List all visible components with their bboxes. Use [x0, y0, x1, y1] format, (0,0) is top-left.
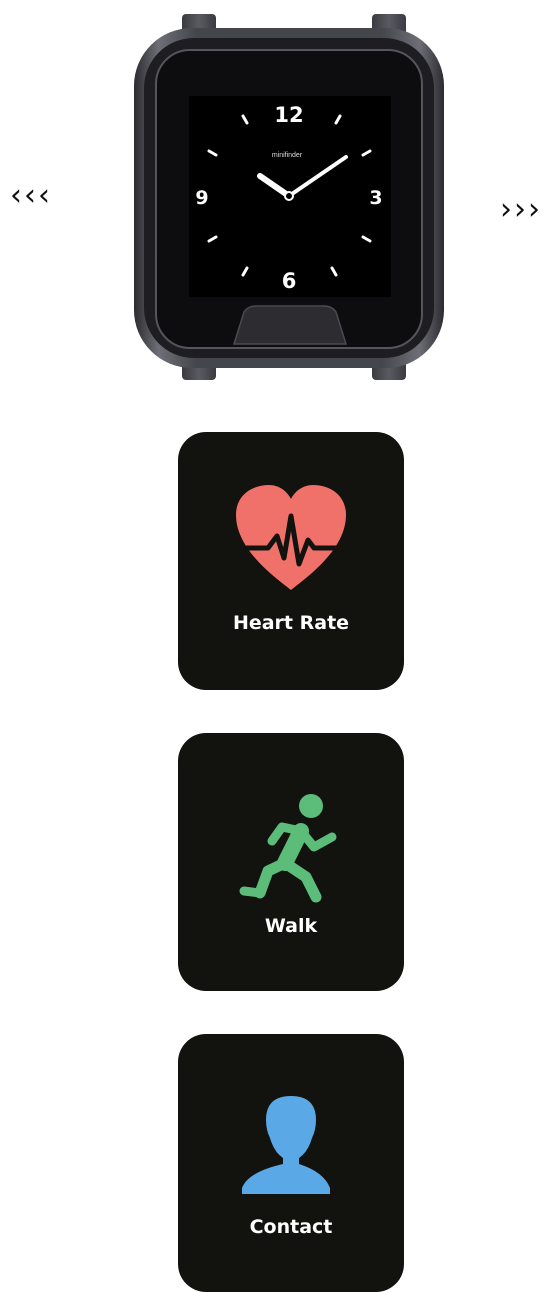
contact-card[interactable]: Contact — [178, 1034, 404, 1292]
numeral-3: 3 — [369, 187, 382, 209]
running-person-icon — [178, 789, 404, 910]
walk-label: Walk — [264, 915, 318, 937]
person-silhouette-icon — [178, 1090, 404, 1201]
heart-rate-icon — [178, 480, 404, 603]
contact-label: Contact — [249, 1216, 333, 1238]
heart-rate-label: Heart Rate — [232, 612, 350, 634]
previous-arrow[interactable]: ‹‹‹ — [10, 178, 52, 213]
numeral-6: 6 — [282, 269, 297, 293]
smartwatch-image: 12 3 6 9 minifinder — [130, 12, 448, 384]
walk-card[interactable]: Walk — [178, 733, 404, 991]
numeral-12: 12 — [274, 103, 303, 127]
watch-brand: minifinder — [272, 152, 303, 159]
next-arrow[interactable]: ››› — [500, 192, 542, 227]
numeral-9: 9 — [195, 187, 208, 209]
heart-rate-card[interactable]: Heart Rate — [178, 432, 404, 690]
